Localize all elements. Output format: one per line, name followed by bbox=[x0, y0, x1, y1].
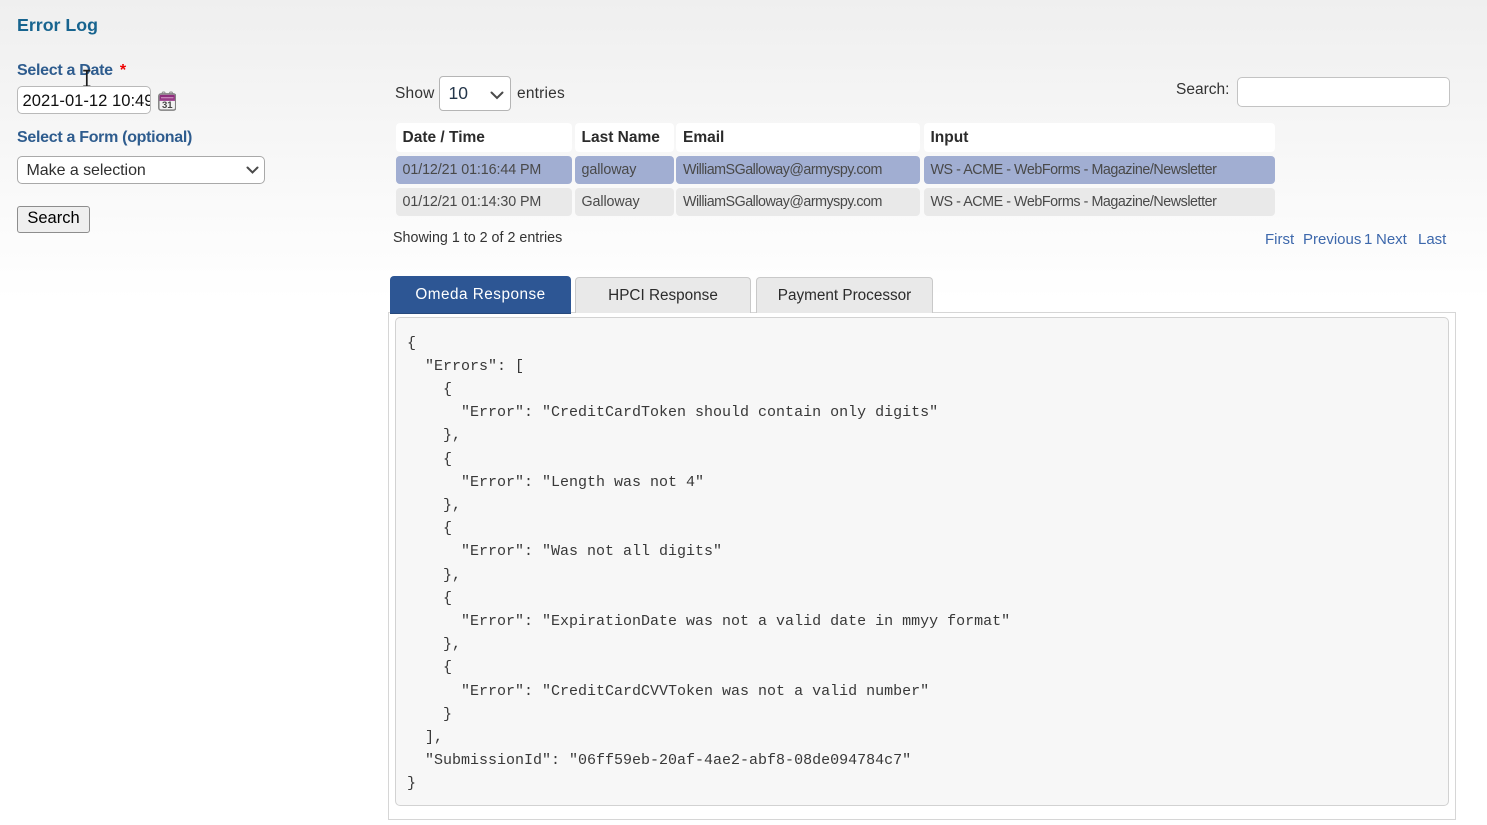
svg-text:31: 31 bbox=[162, 100, 173, 111]
